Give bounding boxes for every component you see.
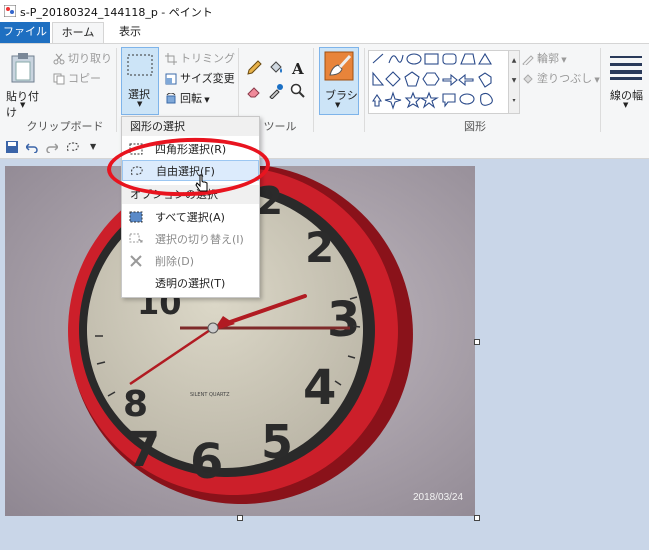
paint-app-icon [4, 5, 16, 17]
free-select-icon[interactable] [66, 141, 80, 153]
brush-button[interactable]: ブラシ ▼ [319, 47, 359, 115]
cut-label: 切り取り [68, 52, 112, 65]
outline-label: 輪郭 [537, 52, 559, 65]
crop-button[interactable]: トリミング [165, 50, 235, 68]
mouse-cursor-icon [195, 174, 208, 192]
rotate-button[interactable]: 回転 ▼ [165, 90, 210, 108]
paste-button[interactable]: 貼り付け ▼ [4, 48, 44, 119]
paste-icon [11, 53, 35, 83]
copy-icon [53, 73, 65, 85]
separator [600, 48, 601, 132]
cut-icon [53, 53, 65, 65]
select-icon [127, 54, 153, 76]
cut-button[interactable]: 切り取り [53, 50, 112, 68]
clipboard-group-label: クリップボード [26, 120, 104, 133]
resize-label: サイズ変更 [180, 72, 235, 85]
eraser-icon[interactable] [246, 83, 262, 99]
outline-button[interactable]: 輪郭 ▼ [522, 50, 567, 68]
chevron-down-icon: ▼ [20, 101, 26, 109]
chevron-down-icon: ▼ [202, 96, 210, 104]
tools-group-label: ツール [263, 120, 297, 133]
svg-text:A: A [291, 60, 304, 76]
svg-text:5: 5 [261, 415, 293, 469]
menu-item-label: 削除(D) [155, 255, 195, 268]
chevron-down-icon: ▼ [559, 56, 567, 64]
shapes-group-label: 図形 [464, 120, 486, 133]
shapes-scroll[interactable]: ▲ ▼ ▾ [508, 50, 520, 114]
resize-icon [165, 73, 177, 85]
text-icon[interactable]: A [290, 60, 306, 76]
title-bar: s-P_20180324_144118_p - ペイント [0, 0, 649, 22]
tab-home[interactable]: ホーム [52, 22, 104, 44]
resize-handle-corner[interactable] [474, 515, 480, 521]
shapes-gallery-icons [371, 52, 493, 110]
tab-view[interactable]: 表示 [108, 22, 152, 43]
svg-text:2: 2 [305, 223, 334, 272]
separator [116, 48, 117, 132]
resize-handle-right[interactable] [474, 339, 480, 345]
rotate-label: 回転 [180, 92, 202, 105]
separator [313, 48, 314, 132]
menu-item-select-all[interactable]: すべて選択(A) [122, 207, 259, 228]
resize-handle-bottom[interactable] [237, 515, 243, 521]
fill-shape-icon [523, 74, 533, 84]
svg-text:6: 6 [190, 434, 223, 490]
ribbon: 貼り付け ▼ 切り取り コピー クリップボード 選択 ▼ トリミング サイズ変更… [0, 43, 649, 137]
window-title: s-P_20180324_144118_p - ペイント [20, 6, 213, 19]
menu-item-transparent-select[interactable]: 透明の選択(T) [122, 273, 259, 294]
undo-icon[interactable] [26, 141, 38, 153]
fill-icon[interactable] [268, 60, 284, 76]
invert-select-icon [129, 233, 143, 243]
chevron-down-icon: ▼ [137, 100, 143, 108]
qat-dropdown-icon[interactable]: ▼ [90, 142, 96, 151]
chevron-down-icon: ▼ [623, 101, 629, 109]
svg-text:3: 3 [327, 292, 360, 348]
redo-icon[interactable] [46, 141, 58, 153]
fill-shape-label: 塗りつぶし [537, 72, 593, 85]
copy-button[interactable]: コピー [53, 70, 101, 88]
quick-access-toolbar: ▼ [0, 136, 649, 159]
svg-text:7: 7 [127, 422, 160, 478]
save-icon[interactable] [6, 141, 18, 153]
magnifier-icon[interactable] [290, 83, 306, 99]
delete-icon [130, 255, 142, 267]
menu-item-label: 選択の切り替え(I) [155, 233, 244, 246]
menu-item-delete[interactable]: 削除(D) [122, 251, 259, 272]
svg-text:4: 4 [303, 360, 336, 416]
dropdown-header-shapes: 図形の選択 [122, 117, 259, 136]
chevron-down-icon: ▼ [335, 101, 341, 109]
svg-text:8: 8 [123, 384, 148, 425]
chevron-down-icon: ▼ [592, 76, 600, 84]
select-button[interactable]: 選択 ▼ [121, 47, 159, 115]
resize-button[interactable]: サイズ変更 [165, 70, 235, 88]
menu-item-label: 透明の選択(T) [155, 277, 226, 290]
color-picker-icon[interactable] [268, 83, 284, 99]
menu-item-label: すべて選択(A) [155, 211, 225, 224]
rotate-icon [166, 92, 176, 104]
select-all-icon [129, 211, 143, 223]
outline-icon [522, 55, 534, 67]
size-button[interactable]: 線の幅 ▼ [606, 48, 646, 132]
ribbon-tabs: ファイル ホーム 表示 [0, 22, 649, 44]
brush-label: ブラシ [325, 89, 358, 102]
crop-icon [165, 53, 177, 65]
brush-icon [324, 51, 354, 81]
shapes-gallery[interactable] [368, 50, 510, 114]
tab-file[interactable]: ファイル [0, 22, 50, 43]
pencil-icon[interactable] [246, 60, 262, 76]
svg-text:SILENT QUARTZ: SILENT QUARTZ [190, 392, 230, 398]
menu-item-invert-select[interactable]: 選択の切り替え(I) [122, 229, 259, 250]
size-icon [610, 56, 642, 80]
separator [364, 48, 365, 132]
copy-label: コピー [68, 72, 101, 85]
crop-label: トリミング [180, 52, 235, 65]
fill-shape-button[interactable]: 塗りつぶし ▼ [522, 70, 600, 88]
photo-date-stamp: 2018/03/24 [413, 492, 464, 503]
